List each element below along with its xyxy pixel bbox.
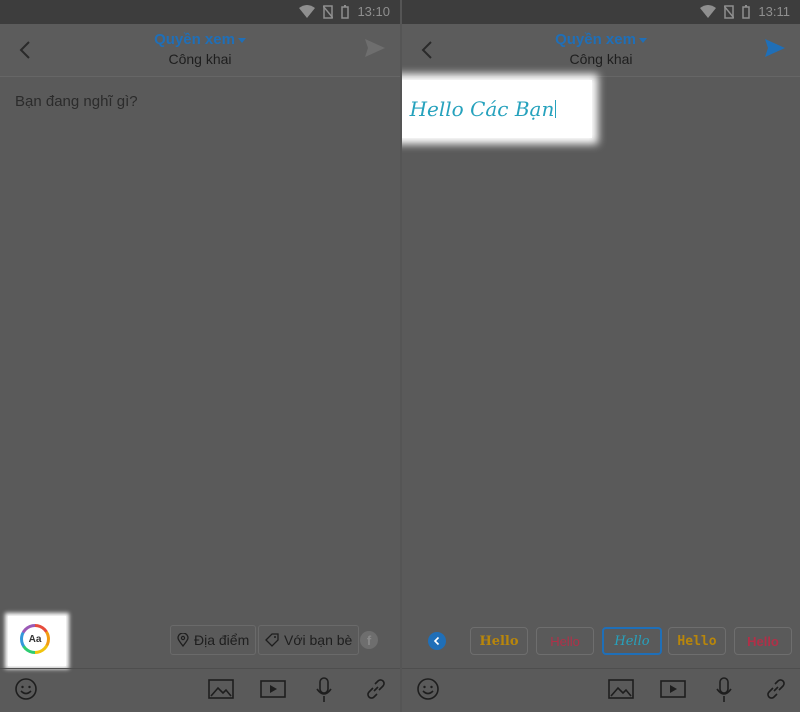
font-sample: Hello [747,633,779,649]
right-screen: 13:11 Quyền xem Công khai Hello Các Bạn … [402,0,800,712]
font-sample: Hello [614,633,650,649]
text-cursor [555,100,557,118]
emoji-icon[interactable] [416,677,440,701]
font-style-highlight: Aa [8,616,66,666]
wifi-icon [299,4,316,18]
status-bar: 13:10 [0,0,400,24]
location-button[interactable]: Địa điểm [170,625,257,655]
privacy-selector[interactable]: Quyền xem [402,31,800,48]
send-icon[interactable] [764,38,786,58]
divider [402,668,800,669]
font-option[interactable]: Hello [470,627,528,655]
privacy-value: Công khai [569,51,633,67]
divider [0,668,400,669]
font-scroll-left-button[interactable] [428,632,446,650]
header: Quyền xem Công khai [402,24,800,77]
font-option[interactable]: Hello [734,627,792,655]
font-option-selected[interactable]: Hello [602,627,662,655]
link-icon[interactable] [364,677,388,701]
composer-input[interactable]: Bạn đang nghĩ gì? [15,93,138,110]
tag-icon [265,633,279,647]
image-icon[interactable] [208,677,234,701]
header: Quyền xem Công khai [0,24,400,77]
font-option[interactable]: Hello [536,627,594,655]
composer-text-highlight[interactable]: Hello Các Bạn [402,80,592,138]
font-option[interactable]: Hello [668,627,726,655]
tag-friends-label: Với bạn bè [284,632,353,648]
privacy-title: Quyền xem [555,31,636,48]
caret-down-icon [638,37,647,43]
composer-text: Hello Các Bạn [409,97,555,121]
pin-icon [177,633,189,647]
font-style-label: Aa [23,627,47,651]
location-label: Địa điểm [194,632,250,648]
font-style-button[interactable]: Aa [20,624,50,654]
emoji-icon[interactable] [14,677,38,701]
status-time: 13:11 [758,4,790,19]
no-sim-icon [323,4,334,19]
facebook-letter: f [366,632,372,648]
mic-icon[interactable] [316,677,332,703]
facebook-icon[interactable]: f [360,631,378,649]
video-icon[interactable] [260,677,286,701]
font-sample: Hello [479,633,519,649]
privacy-value: Công khai [168,51,232,67]
mic-icon[interactable] [716,677,732,703]
image-icon[interactable] [608,677,634,701]
wifi-icon [700,4,717,18]
no-sim-icon [724,4,735,19]
battery-icon [341,4,350,19]
battery-icon [742,4,751,19]
chevron-left-icon [433,636,440,646]
font-sample: Hello [550,633,580,649]
link-icon[interactable] [764,677,788,701]
font-sample: Hello [677,633,717,649]
privacy-selector[interactable]: Quyền xem [0,31,400,48]
caret-down-icon [237,37,246,43]
left-screen: 13:10 Quyền xem Công khai Bạn đang nghĩ … [0,0,400,712]
privacy-title: Quyền xem [154,31,235,48]
status-time: 13:10 [357,4,390,19]
send-icon[interactable] [364,38,386,58]
video-icon[interactable] [660,677,686,701]
status-bar: 13:11 [402,0,800,24]
tag-friends-button[interactable]: Với bạn bè [258,625,360,655]
